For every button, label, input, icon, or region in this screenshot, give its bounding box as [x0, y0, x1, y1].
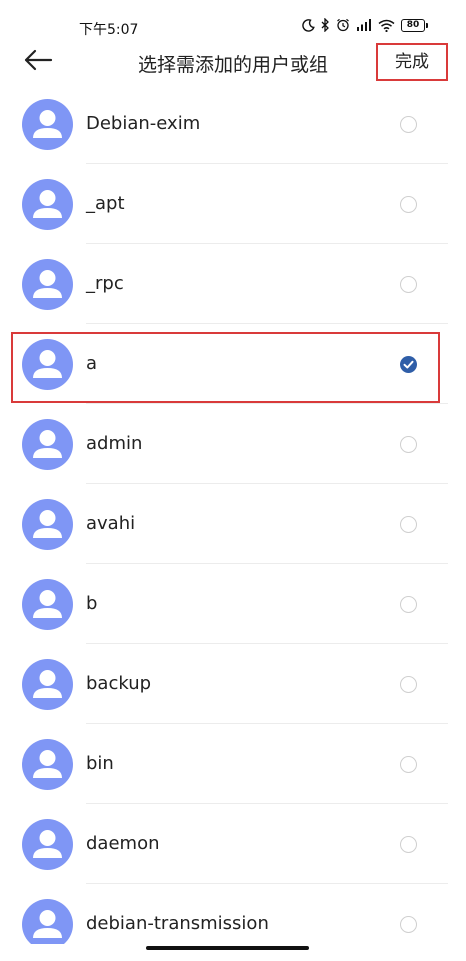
select-radio[interactable]: [400, 276, 417, 293]
list-item[interactable]: _rpc: [0, 244, 466, 324]
list-item[interactable]: debian-transmission: [0, 884, 466, 944]
person-icon: [33, 750, 62, 778]
person-icon: [33, 270, 62, 298]
header: 选择需添加的用户或组 完成: [0, 40, 466, 84]
person-icon: [33, 350, 62, 378]
alarm-icon: [336, 18, 350, 32]
avatar: [22, 259, 73, 310]
list-item-label: bin: [86, 753, 114, 774]
select-radio-checked[interactable]: [400, 356, 417, 373]
battery-level: 80: [401, 18, 425, 32]
select-radio[interactable]: [400, 756, 417, 773]
battery-icon: 80: [401, 18, 428, 32]
select-radio[interactable]: [400, 676, 417, 693]
bluetooth-icon: [321, 18, 330, 32]
select-radio[interactable]: [400, 116, 417, 133]
checkmark-icon: [400, 356, 417, 373]
moon-icon: [302, 18, 315, 32]
person-icon: [33, 590, 62, 618]
list-item-label: _apt: [86, 193, 125, 214]
home-indicator[interactable]: [146, 946, 309, 950]
avatar: [22, 499, 73, 550]
person-icon: [33, 830, 62, 858]
person-icon: [33, 430, 62, 458]
done-button[interactable]: 完成: [376, 43, 448, 81]
status-icons: 80: [302, 18, 428, 32]
select-radio[interactable]: [400, 916, 417, 933]
list-item[interactable]: Debian-exim: [0, 84, 466, 164]
person-icon: [33, 190, 62, 218]
list-item[interactable]: b: [0, 564, 466, 644]
list-item-label: b: [86, 593, 98, 614]
list-item[interactable]: bin: [0, 724, 466, 804]
list-item[interactable]: _apt: [0, 164, 466, 244]
avatar: [22, 819, 73, 870]
list-item-label: Debian-exim: [86, 113, 201, 134]
list-item-label: avahi: [86, 513, 136, 534]
list-item[interactable]: backup: [0, 644, 466, 724]
select-radio[interactable]: [400, 596, 417, 613]
list-item[interactable]: admin: [0, 404, 466, 484]
person-icon: [33, 910, 62, 938]
list-item[interactable]: a: [0, 324, 466, 404]
wifi-icon: [378, 19, 395, 32]
list-item[interactable]: daemon: [0, 804, 466, 884]
avatar: [22, 659, 73, 710]
list-item-label: daemon: [86, 833, 160, 854]
avatar: [22, 99, 73, 150]
person-icon: [33, 670, 62, 698]
list-item-label: a: [86, 353, 98, 374]
avatar: [22, 579, 73, 630]
avatar: [22, 339, 73, 390]
list-item-label: debian-transmission: [86, 913, 269, 934]
avatar: [22, 419, 73, 470]
status-bar: 下午5:07 80: [0, 0, 466, 44]
select-radio[interactable]: [400, 516, 417, 533]
status-time: 下午5:07: [79, 22, 139, 38]
select-radio[interactable]: [400, 836, 417, 853]
list-item-label: _rpc: [86, 273, 124, 294]
user-group-list[interactable]: Debian-exim _apt _rpc a admin avahi b ba…: [0, 84, 466, 944]
signal-icon: [356, 18, 372, 32]
avatar: [22, 739, 73, 790]
person-icon: [33, 510, 62, 538]
list-item-label: backup: [86, 673, 152, 694]
select-radio[interactable]: [400, 196, 417, 213]
person-icon: [33, 110, 62, 138]
avatar: [22, 179, 73, 230]
avatar: [22, 899, 73, 944]
list-item[interactable]: avahi: [0, 484, 466, 564]
list-item-label: admin: [86, 433, 143, 454]
select-radio[interactable]: [400, 436, 417, 453]
